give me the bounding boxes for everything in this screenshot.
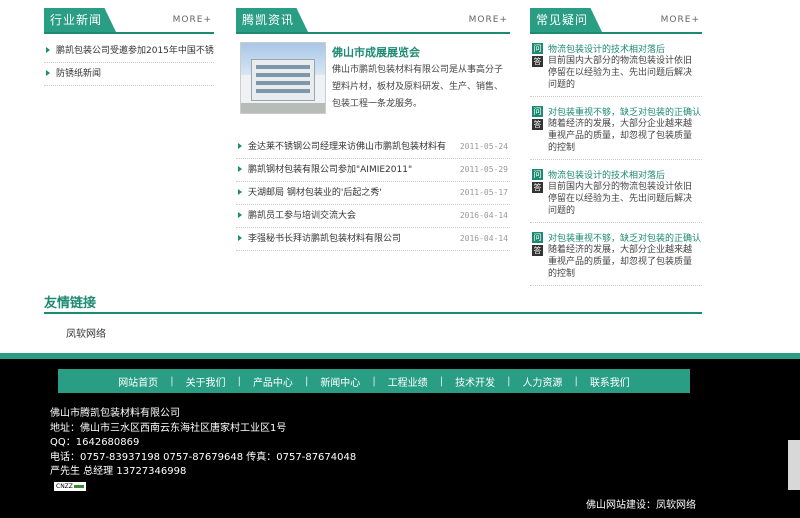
answer-icon: 答 (532, 245, 543, 256)
triangle-bullet-icon (238, 212, 242, 218)
info-date: 2016-04-14 (459, 211, 508, 220)
triangle-bullet-icon (238, 143, 242, 149)
company-address: 地址：佛山市三水区西南云东海社区唐家村工业区1号 (50, 422, 287, 434)
nav-tech[interactable]: 技术开发 (443, 374, 507, 389)
nav-projects[interactable]: 工程业绩 (376, 374, 440, 389)
faq-section: 常见疑问 MORE+ 问 物流包装设计的技术相对落后 答 目前国内大部分的物流包… (530, 8, 702, 286)
company-phone: 电话：0757-83937198 0757-87679648 传真：0757-8… (50, 451, 357, 463)
faq-item[interactable]: 问 对包装重视不够，缺乏对包装的正确认 答 随着经济的发展，大部分企业越来越重视… (530, 229, 702, 286)
faq-answer: 随着经济的发展，大部分企业越来越重视产品的质量，却忽视了包装质量的控制 (548, 245, 693, 279)
company-qq: QQ：1642680869 (50, 437, 140, 448)
featured-building-image[interactable] (240, 42, 326, 114)
nav-hr[interactable]: 人力资源 (510, 374, 574, 389)
friendly-links-title: 友情链接 (44, 296, 97, 311)
triangle-bullet-icon (238, 189, 242, 195)
list-item[interactable]: 鹏凯钢材包装有限公司参加"AIMIE2011" 2011-05-29 (236, 159, 510, 182)
main-content: 行业新闻 MORE+ 鹏凯包装公司受邀参加2015年中国不锈钢行 防锈纸新闻 腾… (0, 0, 800, 346)
question-icon: 问 (532, 169, 543, 180)
industry-news-list: 鹏凯包装公司受邀参加2015年中国不锈钢行 防锈纸新闻 (44, 40, 214, 86)
faq-tab[interactable]: 常见疑问 (530, 8, 603, 32)
cnzz-badge-icon[interactable]: CNZZ (54, 482, 86, 491)
faq-question[interactable]: 对包装重视不够，缺乏对包装的正确认 (548, 105, 701, 118)
list-item[interactable]: 鹏凯包装公司受邀参加2015年中国不锈钢行 (44, 40, 214, 63)
company-info: 佛山市腾凯包装材料有限公司 地址：佛山市三水区西南云东海社区唐家村工业区1号 Q… (50, 407, 356, 480)
triangle-bullet-icon (238, 235, 242, 241)
faq-answer: 目前国内大部分的物流包装设计依旧停留在以经验为主、先出问题后解决问题的 (548, 182, 693, 216)
nav-about[interactable]: 关于我们 (174, 374, 238, 389)
nav-contact[interactable]: 联系我们 (578, 374, 642, 389)
company-info-section: 腾凯资讯 MORE+ 佛山市成展展览会 佛山市鹏凯包装材料有限公司是从事高分子塑… (236, 8, 510, 251)
company-info-list: 金达莱不锈钢公司经理来访佛山市鹏凯包装材料有 2011-05-24 鹏凯钢材包装有… (236, 136, 510, 251)
scrollbar[interactable] (788, 440, 800, 490)
question-icon: 问 (532, 232, 543, 243)
footer-nav: 网站首页 | 关于我们 | 产品中心 | 新闻中心 | 工程业绩 | 技术开发 | 人力资源… (58, 369, 690, 393)
answer-icon: 答 (532, 56, 543, 67)
faq-question[interactable]: 物流包装设计的技术相对落后 (548, 42, 665, 55)
triangle-bullet-icon (46, 70, 50, 76)
list-item[interactable]: 鹏凯员工参与培训交流大会 2016-04-14 (236, 205, 510, 228)
nav-products[interactable]: 产品中心 (241, 374, 305, 389)
faq-header: 常见疑问 MORE+ (530, 8, 702, 34)
news-link[interactable]: 防锈纸新闻 (56, 69, 101, 79)
faq-item[interactable]: 问 物流包装设计的技术相对落后 答 目前国内大部分的物流包装设计依旧停留在以经验… (530, 40, 702, 97)
info-link[interactable]: 天湖邮局 钢材包装业的'后起之秀' (248, 188, 382, 198)
company-info-more-link[interactable]: MORE+ (469, 15, 508, 25)
info-link[interactable]: 金达莱不锈钢公司经理来访佛山市鹏凯包装材料有 (248, 142, 446, 152)
featured-article: 佛山市成展展览会 佛山市鹏凯包装材料有限公司是从事高分子塑料片材，板材及原料研发… (236, 40, 510, 122)
company-name: 佛山市腾凯包装材料有限公司 (50, 408, 180, 419)
info-link[interactable]: 鹏凯钢材包装有限公司参加"AIMIE2011" (248, 165, 412, 175)
faq-answer: 随着经济的发展，大部分企业越来越重视产品的质量，却忽视了包装质量的控制 (548, 119, 693, 153)
list-item[interactable]: 金达莱不锈钢公司经理来访佛山市鹏凯包装材料有 2011-05-24 (236, 136, 510, 159)
nav-news[interactable]: 新闻中心 (308, 374, 372, 389)
info-date: 2011-05-17 (459, 188, 508, 197)
industry-news-tab[interactable]: 行业新闻 (44, 8, 117, 32)
faq-question[interactable]: 对包装重视不够，缺乏对包装的正确认 (548, 231, 701, 244)
featured-description: 佛山市鹏凯包装材料有限公司是从事高分子塑料片材，板材及原料研发、生产、销售、包装… (332, 65, 504, 109)
faq-item[interactable]: 问 物流包装设计的技术相对落后 答 目前国内大部分的物流包装设计依旧停留在以经验… (530, 166, 702, 223)
featured-title[interactable]: 佛山市成展展览会 (332, 44, 420, 60)
list-item[interactable]: 天湖邮局 钢材包装业的'后起之秀' 2011-05-17 (236, 182, 510, 205)
building-graphic (251, 59, 315, 101)
faq-answer: 目前国内大部分的物流包装设计依旧停留在以经验为主、先出问题后解决问题的 (548, 56, 693, 90)
site-credit[interactable]: 佛山网站建设：凤软网络 (586, 496, 696, 511)
industry-news-section: 行业新闻 MORE+ 鹏凯包装公司受邀参加2015年中国不锈钢行 防锈纸新闻 (44, 8, 214, 86)
info-link[interactable]: 李强秘书长拜访鹏凯包装材料有限公司 (248, 234, 401, 244)
answer-icon: 答 (532, 182, 543, 193)
nav-home[interactable]: 网站首页 (106, 374, 170, 389)
question-icon: 问 (532, 43, 543, 54)
faq-more-link[interactable]: MORE+ (661, 15, 700, 25)
faq-question[interactable]: 物流包装设计的技术相对落后 (548, 168, 665, 181)
friendly-link[interactable]: 凤软网络 (66, 325, 106, 340)
news-link[interactable]: 鹏凯包装公司受邀参加2015年中国不锈钢行 (56, 46, 214, 56)
company-info-header: 腾凯资讯 MORE+ (236, 8, 510, 34)
question-icon: 问 (532, 106, 543, 117)
info-date: 2016-04-14 (459, 234, 508, 243)
company-contact: 严先生 总经理 13727346998 (50, 466, 187, 477)
info-link[interactable]: 鹏凯员工参与培训交流大会 (248, 211, 356, 221)
industry-news-more-link[interactable]: MORE+ (173, 15, 212, 25)
friendly-links-header: 友情链接 (44, 290, 702, 314)
company-info-tab[interactable]: 腾凯资讯 (236, 8, 309, 32)
info-date: 2011-05-29 (459, 165, 508, 174)
triangle-bullet-icon (46, 47, 50, 53)
info-date: 2011-05-24 (459, 142, 508, 151)
triangle-bullet-icon (238, 166, 242, 172)
list-item[interactable]: 李强秘书长拜访鹏凯包装材料有限公司 2016-04-14 (236, 228, 510, 251)
list-item[interactable]: 防锈纸新闻 (44, 63, 214, 86)
footer: 网站首页 | 关于我们 | 产品中心 | 新闻中心 | 工程业绩 | 技术开发 | 人力资源… (0, 359, 800, 518)
industry-news-header: 行业新闻 MORE+ (44, 8, 214, 34)
faq-item[interactable]: 问 对包装重视不够，缺乏对包装的正确认 答 随着经济的发展，大部分企业越来越重视… (530, 103, 702, 160)
answer-icon: 答 (532, 119, 543, 130)
